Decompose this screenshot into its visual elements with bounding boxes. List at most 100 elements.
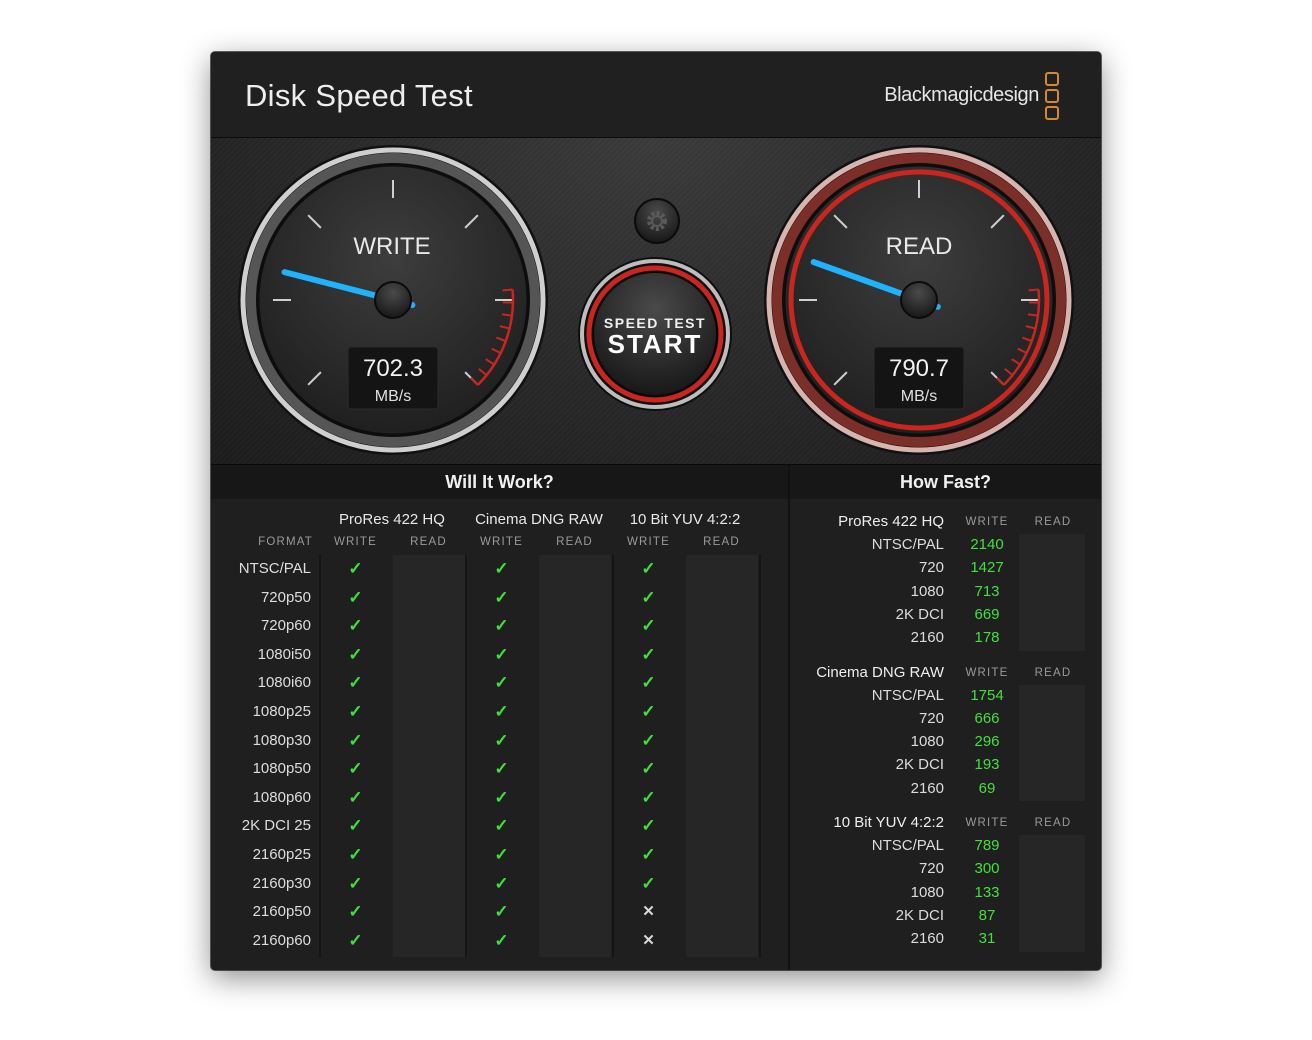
gauge-redzone-tick (502, 288, 513, 292)
check-icon: ✓ (348, 673, 363, 693)
prores-read-column (393, 555, 465, 957)
format-row-label: 1080i50 (257, 645, 311, 663)
gauge-redzone-tick (1028, 288, 1039, 292)
format-row-label: 1080p25 (252, 703, 311, 720)
how-fast-write-value: 178 (974, 629, 1000, 647)
check-icon: ✓ (494, 587, 509, 607)
format-row-label: 2160p60 (252, 931, 311, 949)
how-fast-row-label: 720 (918, 559, 944, 577)
check-icon: ✓ (348, 730, 363, 750)
how-fast-row-label: 1080 (910, 582, 944, 600)
check-icon: ✓ (494, 902, 509, 922)
title-bar: Disk Speed Test Blackmagicdesign (211, 52, 1101, 138)
how-fast-write-value: 133 (974, 883, 1000, 901)
how-fast-write-value: 669 (974, 605, 1000, 623)
check-icon: ✓ (494, 930, 509, 950)
format-row-label: 2K DCI 25 (241, 817, 311, 835)
check-icon: ✓ (494, 702, 509, 721)
how-fast-header: How Fast? (790, 465, 1101, 499)
read-subheader: READ (410, 536, 447, 548)
format-row-label: 1080p60 (252, 788, 311, 806)
check-icon: ✓ (348, 902, 363, 922)
how-fast-write-value: 300 (974, 860, 1000, 878)
settings-button[interactable] (634, 198, 680, 244)
check-icon: ✓ (348, 845, 363, 864)
speed-test-start-button[interactable]: SPEED TEST START (578, 257, 732, 411)
read-subheader: READ (1034, 817, 1072, 829)
how-fast-codec-title: Cinema DNG RAW (816, 663, 944, 681)
how-fast-write-value: 713 (974, 582, 1000, 600)
check-icon: ✓ (641, 587, 656, 607)
read-value-column (1019, 534, 1085, 651)
cross-icon: ✕ (642, 931, 655, 949)
start-button-line2: START (608, 329, 703, 359)
how-fast-write-value: 789 (974, 837, 1000, 854)
format-row-label: NTSC/PAL (238, 560, 311, 577)
how-fast-write-value: 1427 (970, 559, 1004, 577)
write-gauge: WRITE 702.3 MB/s (238, 145, 548, 455)
how-fast-row-label: NTSC/PAL (871, 536, 944, 553)
read-value-column (1019, 684, 1085, 801)
check-icon: ✓ (348, 787, 363, 807)
check-icon: ✓ (494, 644, 509, 664)
write-subheader: WRITE (333, 536, 378, 548)
read-subheader: READ (1034, 516, 1072, 528)
gauge-panel: WRITE 702.3 MB/s READ 790.7 MB/s SPEED T… (211, 138, 1101, 465)
read-value: 790.7 (889, 355, 949, 382)
write-subheader: WRITE (479, 536, 524, 548)
check-icon: ✓ (641, 559, 656, 578)
will-it-work-header: Will It Work? (211, 465, 788, 499)
read-gauge-label: READ (886, 233, 953, 260)
how-fast-write-value: 31 (978, 930, 996, 948)
how-fast-row-label: 2160 (910, 629, 944, 647)
how-fast-row-label: 2K DCI (895, 605, 944, 623)
how-fast-row-label: NTSC/PAL (871, 837, 944, 854)
check-icon: ✓ (348, 759, 363, 779)
check-icon: ✓ (348, 616, 363, 636)
how-fast-row-label: 720 (918, 860, 944, 878)
how-fast-codec-title: 10 Bit YUV 4:2:2 (833, 814, 944, 831)
how-fast-row-label: 1080 (910, 733, 944, 751)
how-fast-write-value: 1754 (970, 686, 1004, 704)
gauge-redzone-tick (1027, 313, 1039, 317)
how-fast-write-value: 87 (978, 906, 996, 924)
check-icon: ✓ (494, 787, 509, 807)
how-fast-row-label: 2160 (910, 930, 944, 948)
how-fast-write-value: 69 (978, 779, 996, 797)
write-subheader: WRITE (965, 516, 1009, 528)
write-value: 702.3 (363, 355, 423, 382)
how-fast-table: ProRes 422 HQ WRITE READ NTSC/PAL 2140 720 142… (790, 499, 1101, 970)
read-subheader: READ (1034, 666, 1072, 679)
format-column-header: FORMAT (258, 536, 313, 548)
how-fast-row-label: 2K DCI (895, 906, 944, 924)
cross-icon: ✕ (642, 903, 655, 921)
check-icon: ✓ (348, 873, 363, 893)
check-icon: ✓ (641, 673, 656, 693)
how-fast-write-value: 666 (974, 709, 1000, 727)
format-row-label: 1080p30 (252, 731, 311, 749)
check-icon: ✓ (641, 616, 656, 636)
check-icon: ✓ (348, 559, 363, 578)
format-row-label: 2160p30 (252, 874, 311, 892)
read-subheader: READ (556, 536, 593, 548)
check-icon: ✓ (348, 702, 363, 721)
check-icon: ✓ (494, 845, 509, 864)
check-icon: ✓ (494, 730, 509, 750)
format-row-label: 720p50 (260, 588, 311, 606)
codec-header-dng: Cinema DNG RAW (475, 511, 603, 528)
write-subheader: WRITE (965, 666, 1009, 679)
gauge-redzone-tick (501, 313, 513, 317)
check-icon: ✓ (494, 816, 509, 836)
check-icon: ✓ (641, 730, 656, 750)
how-fast-write-value: 193 (974, 756, 1000, 774)
how-fast-write-value: 2140 (970, 536, 1004, 553)
format-row-label: 1080i60 (257, 674, 311, 692)
format-row-label: 2160p50 (252, 903, 311, 921)
how-fast-write-value: 296 (974, 733, 1000, 751)
check-icon: ✓ (348, 644, 363, 664)
check-icon: ✓ (494, 759, 509, 779)
check-icon: ✓ (494, 559, 509, 578)
how-fast-row-label: 1080 (910, 883, 944, 901)
check-icon: ✓ (641, 702, 656, 721)
how-fast-row-label: NTSC/PAL (871, 686, 944, 704)
